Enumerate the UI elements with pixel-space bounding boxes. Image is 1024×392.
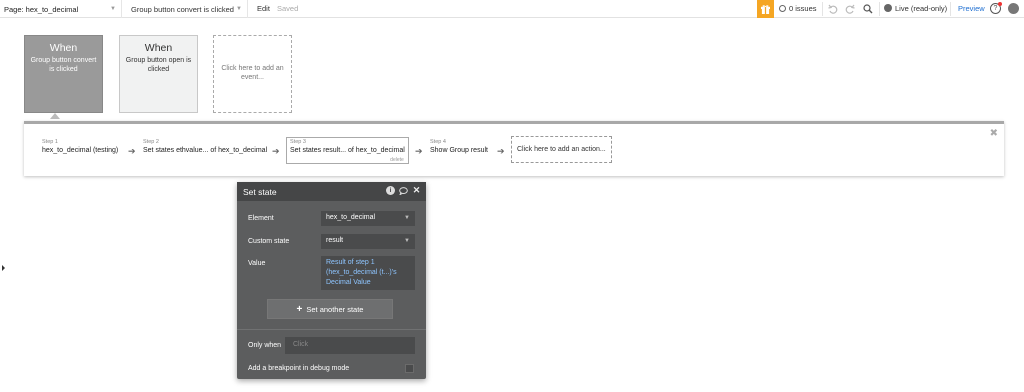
edit-menu[interactable]: Edit: [257, 4, 270, 13]
step-title: Show Group result: [430, 147, 488, 154]
preview-link[interactable]: Preview: [958, 4, 985, 13]
custom-state-dropdown[interactable]: result ▼: [321, 234, 415, 249]
chevron-down-icon: ▼: [404, 238, 410, 244]
breakpoint-label: Add a breakpoint in debug mode: [248, 365, 350, 372]
event-card-open[interactable]: When Group button open is clicked: [119, 35, 198, 113]
event-when-label: When: [49, 42, 78, 54]
live-mode-label: Live (read-only): [895, 4, 948, 13]
info-icon[interactable]: i: [386, 186, 395, 195]
only-when-label: Only when: [248, 342, 282, 349]
workflow-steps-panel: ✖ Step 1 hex_to_decimal (testing) ➔ Step…: [24, 121, 1004, 176]
step-number: Step 4: [430, 139, 446, 145]
top-bar: Page: hex_to_decimal ▼ Group button conv…: [0, 0, 1024, 18]
notification-dot: [998, 2, 1002, 6]
dialog-header: Set state i ✕: [237, 182, 426, 201]
set-state-dialog: Set state i ✕ Element hex_to_decimal ▼ C…: [237, 182, 426, 379]
only-when-placeholder: Click: [293, 341, 309, 348]
set-another-state-label: Set another state: [306, 304, 364, 314]
step-3[interactable]: Step 3 Set states result... of hex_to_de…: [286, 137, 409, 164]
step-title: Set states result... of hex_to_decimal: [290, 147, 405, 154]
plus-icon: +: [296, 303, 303, 315]
value-expression-field[interactable]: Result of step 1 (hex_to_decimal (t...)'…: [321, 256, 415, 290]
arrow-right-icon: ➔: [415, 146, 423, 156]
arrow-right-icon: ➔: [128, 146, 136, 156]
add-action-button[interactable]: Click here to add an action...: [511, 136, 612, 163]
saved-status: Saved: [277, 4, 299, 13]
step-number: Step 3: [290, 139, 306, 145]
add-event-card[interactable]: Click here to add an event...: [213, 35, 292, 113]
chevron-down-icon: ▼: [404, 215, 410, 221]
value-label: Value: [248, 260, 266, 267]
issues-indicator[interactable]: 0 issues: [779, 4, 817, 13]
help-label: ?: [993, 5, 998, 12]
user-avatar-icon[interactable]: [1008, 3, 1019, 14]
add-event-label: Click here to add an event...: [221, 65, 284, 81]
close-icon[interactable]: ✕: [412, 185, 421, 195]
set-another-state-button[interactable]: + Set another state: [267, 299, 393, 319]
step-number: Step 2: [143, 139, 159, 145]
dialog-header-icons: i ✕: [386, 185, 421, 195]
selected-event-pointer: [50, 113, 60, 119]
custom-state-value: result: [326, 237, 344, 244]
issues-label: 0 issues: [789, 4, 817, 13]
value-expression-line: (hex_to_decimal (t...)'s: [326, 269, 397, 276]
event-description: Group button open is clicked: [125, 57, 192, 73]
custom-state-label: Custom state: [248, 238, 290, 245]
value-expression-line: Decimal Value: [326, 279, 371, 286]
element-dropdown[interactable]: hex_to_decimal ▼: [321, 211, 415, 226]
issues-icon: [779, 5, 786, 12]
arrow-right-icon: ➔: [272, 146, 280, 156]
page-selector-label: Page: hex_to_decimal: [4, 4, 79, 14]
event-description: Group button convert is clicked: [30, 57, 97, 73]
live-mode-indicator[interactable]: Live (read-only): [884, 4, 947, 13]
chevron-down-icon: ▼: [110, 6, 116, 12]
page-selector[interactable]: Page: hex_to_decimal ▼: [4, 0, 122, 18]
close-icon[interactable]: ✖: [990, 128, 998, 139]
event-when-label: When: [144, 42, 173, 54]
undo-icon[interactable]: [826, 2, 840, 16]
divider: [237, 329, 426, 330]
element-label: Element: [248, 215, 274, 222]
event-card-convert[interactable]: When Group button convert is clicked: [24, 35, 103, 113]
divider: [822, 2, 823, 16]
help-icon[interactable]: ?: [990, 2, 1002, 14]
event-selector-label: Group button convert is clicked: [131, 4, 234, 14]
step-number: Step 1: [42, 139, 58, 145]
divider: [879, 2, 880, 16]
delete-step-link[interactable]: delete: [390, 157, 404, 163]
expand-sidebar-icon[interactable]: [2, 265, 5, 271]
redo-icon[interactable]: [843, 2, 857, 16]
divider: [950, 2, 951, 16]
element-value: hex_to_decimal: [326, 214, 376, 221]
comment-icon[interactable]: [399, 186, 408, 195]
gift-icon[interactable]: [757, 0, 774, 18]
value-expression-line: Result of step 1: [326, 259, 375, 266]
event-selector[interactable]: Group button convert is clicked ▼: [126, 0, 248, 18]
step-title: hex_to_decimal (testing): [42, 147, 119, 154]
step-title: Set states ethvalue... of hex_to_decimal: [143, 147, 268, 154]
step-4[interactable]: Step 4 Show Group result: [430, 139, 488, 165]
breakpoint-checkbox[interactable]: [405, 364, 414, 373]
dialog-title: Set state: [243, 186, 277, 197]
step-2[interactable]: Step 2 Set states ethvalue... of hex_to_…: [143, 139, 267, 165]
globe-icon: [884, 4, 892, 12]
chevron-down-icon: ▼: [236, 6, 242, 12]
step-1[interactable]: Step 1 hex_to_decimal (testing): [42, 139, 118, 165]
arrow-right-icon: ➔: [497, 146, 505, 156]
only-when-input[interactable]: Click: [285, 337, 415, 354]
search-icon[interactable]: [861, 2, 875, 16]
add-action-label: Click here to add an action...: [517, 146, 606, 153]
